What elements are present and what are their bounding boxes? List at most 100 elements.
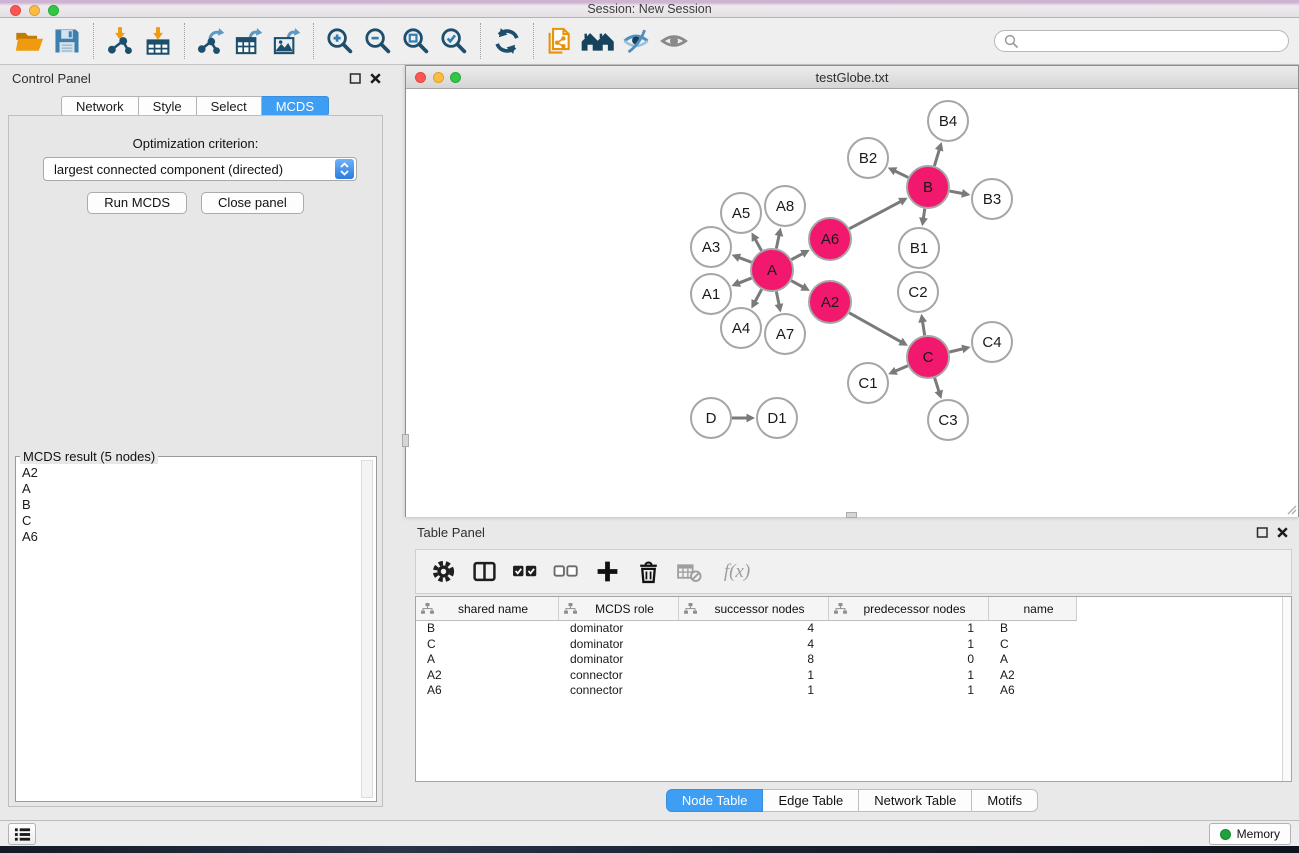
graph-edge-A-A8[interactable] bbox=[776, 234, 779, 249]
select-all-button[interactable] bbox=[510, 557, 540, 587]
add-row-button[interactable] bbox=[592, 557, 622, 587]
refresh-layout-button[interactable] bbox=[488, 22, 526, 60]
graph-edge-A6-B[interactable] bbox=[849, 201, 902, 229]
graph-edge-A-A3[interactable] bbox=[738, 257, 752, 262]
column-header-successor-nodes[interactable]: successor nodes bbox=[679, 597, 829, 621]
cell-mcds-role[interactable]: connector bbox=[559, 683, 679, 699]
export-image-button[interactable] bbox=[268, 22, 306, 60]
cell-successor-nodes[interactable]: 1 bbox=[679, 683, 829, 699]
tab-edge-table[interactable]: Edge Table bbox=[763, 789, 859, 812]
float-panel-icon[interactable] bbox=[349, 72, 362, 85]
graph-edge-A-A6[interactable] bbox=[791, 253, 804, 260]
column-header-predecessor-nodes[interactable]: predecessor nodes bbox=[829, 597, 989, 621]
cell-name[interactable]: B bbox=[989, 621, 1077, 637]
cell-predecessor-nodes[interactable]: 1 bbox=[829, 683, 989, 699]
cell-successor-nodes[interactable]: 4 bbox=[679, 637, 829, 653]
cell-shared-name[interactable]: A2 bbox=[416, 668, 559, 684]
tab-network-table[interactable]: Network Table bbox=[859, 789, 972, 812]
table-row[interactable]: A6connector11A6 bbox=[416, 683, 1291, 699]
cell-shared-name[interactable]: A6 bbox=[416, 683, 559, 699]
home-view-button[interactable] bbox=[579, 22, 617, 60]
graph-edge-C-C4[interactable] bbox=[949, 349, 964, 352]
deselect-all-button[interactable] bbox=[551, 557, 581, 587]
search-input[interactable] bbox=[1019, 34, 1280, 48]
destroy-table-button[interactable] bbox=[674, 557, 704, 587]
zoom-out-button[interactable] bbox=[359, 22, 397, 60]
table-scrollbar[interactable] bbox=[1282, 597, 1291, 781]
zoom-fit-button[interactable] bbox=[397, 22, 435, 60]
cell-successor-nodes[interactable]: 8 bbox=[679, 652, 829, 668]
mcds-result-item[interactable]: A bbox=[22, 481, 360, 497]
mcds-result-list[interactable]: A2ABCA6 bbox=[17, 461, 360, 799]
function-builder-button[interactable]: f(x) bbox=[715, 557, 759, 587]
graph-edge-A-A1[interactable] bbox=[738, 278, 752, 284]
graph-edge-A-A5[interactable] bbox=[755, 238, 762, 251]
graph-edge-A2-C[interactable] bbox=[849, 313, 902, 343]
delete-row-button[interactable] bbox=[633, 557, 663, 587]
graph-edge-C-C3[interactable] bbox=[935, 378, 940, 393]
network-canvas[interactable]: B4B2BB3A8A5A6A3B1AC2A1A2A4A7C4CC1DD1C3 bbox=[406, 89, 1298, 517]
cell-mcds-role[interactable]: dominator bbox=[559, 637, 679, 653]
mcds-result-scrollbar[interactable] bbox=[361, 460, 373, 798]
cell-shared-name[interactable]: A bbox=[416, 652, 559, 668]
export-network-button[interactable] bbox=[192, 22, 230, 60]
cell-predecessor-nodes[interactable]: 1 bbox=[829, 637, 989, 653]
close-panel-button[interactable]: Close panel bbox=[201, 192, 304, 214]
cell-predecessor-nodes[interactable]: 0 bbox=[829, 652, 989, 668]
cell-name[interactable]: A bbox=[989, 652, 1077, 668]
table-row[interactable]: Bdominator41B bbox=[416, 621, 1291, 637]
hide-panel-button[interactable] bbox=[617, 22, 655, 60]
cell-name[interactable]: C bbox=[989, 637, 1077, 653]
tab-mcds[interactable]: MCDS bbox=[262, 96, 329, 116]
tab-node-table[interactable]: Node Table bbox=[666, 789, 764, 812]
memory-button[interactable]: Memory bbox=[1209, 823, 1291, 845]
column-header-name[interactable]: name bbox=[989, 597, 1077, 621]
open-file-button[interactable] bbox=[10, 22, 48, 60]
import-table-button[interactable] bbox=[139, 22, 177, 60]
resize-grip-icon[interactable] bbox=[1285, 503, 1297, 515]
cell-mcds-role[interactable]: dominator bbox=[559, 652, 679, 668]
table-row[interactable]: Cdominator41C bbox=[416, 637, 1291, 653]
graph-edge-B-B4[interactable] bbox=[934, 148, 939, 166]
tab-network[interactable]: Network bbox=[61, 96, 139, 116]
save-session-button[interactable] bbox=[48, 22, 86, 60]
cell-shared-name[interactable]: B bbox=[416, 621, 559, 637]
mcds-result-item[interactable]: B bbox=[22, 497, 360, 513]
graph-edge-C-C1[interactable] bbox=[894, 366, 908, 372]
cell-name[interactable]: A6 bbox=[989, 683, 1077, 699]
tab-style[interactable]: Style bbox=[139, 96, 197, 116]
table-row[interactable]: A2connector11A2 bbox=[416, 668, 1291, 684]
import-network-button[interactable] bbox=[101, 22, 139, 60]
search-box[interactable] bbox=[994, 30, 1289, 52]
bottom-scroll-thumb[interactable] bbox=[846, 512, 857, 518]
column-header-shared-name[interactable]: shared name bbox=[416, 597, 559, 621]
zoom-selected-button[interactable] bbox=[435, 22, 473, 60]
mcds-result-item[interactable]: A6 bbox=[22, 529, 360, 545]
column-header-mcds-role[interactable]: MCDS role bbox=[559, 597, 679, 621]
mcds-result-item[interactable]: C bbox=[22, 513, 360, 529]
close-table-panel-icon[interactable] bbox=[1276, 526, 1289, 539]
task-history-button[interactable] bbox=[8, 823, 36, 845]
graph-edge-B-B3[interactable] bbox=[950, 191, 964, 194]
close-panel-icon[interactable] bbox=[369, 72, 382, 85]
cell-successor-nodes[interactable]: 1 bbox=[679, 668, 829, 684]
tab-select[interactable]: Select bbox=[197, 96, 262, 116]
graph-edge-A-A7[interactable] bbox=[776, 292, 779, 307]
cell-successor-nodes[interactable]: 4 bbox=[679, 621, 829, 637]
criterion-dropdown[interactable]: largest connected component (directed) bbox=[43, 157, 357, 181]
graph-edge-A-A2[interactable] bbox=[791, 281, 804, 288]
network-window-titlebar[interactable]: testGlobe.txt bbox=[406, 66, 1298, 89]
cell-predecessor-nodes[interactable]: 1 bbox=[829, 668, 989, 684]
mcds-result-item[interactable]: A2 bbox=[22, 465, 360, 481]
graph-edge-C-C2[interactable] bbox=[922, 320, 924, 335]
zoom-in-button[interactable] bbox=[321, 22, 359, 60]
export-table-button[interactable] bbox=[230, 22, 268, 60]
graph-edge-A-A4[interactable] bbox=[754, 289, 761, 302]
show-columns-button[interactable] bbox=[469, 557, 499, 587]
run-mcds-button[interactable]: Run MCDS bbox=[87, 192, 187, 214]
float-table-panel-icon[interactable] bbox=[1256, 526, 1269, 539]
cell-mcds-role[interactable]: connector bbox=[559, 668, 679, 684]
table-row[interactable]: Adominator80A bbox=[416, 652, 1291, 668]
cell-predecessor-nodes[interactable]: 1 bbox=[829, 621, 989, 637]
open-session-button[interactable] bbox=[541, 22, 579, 60]
